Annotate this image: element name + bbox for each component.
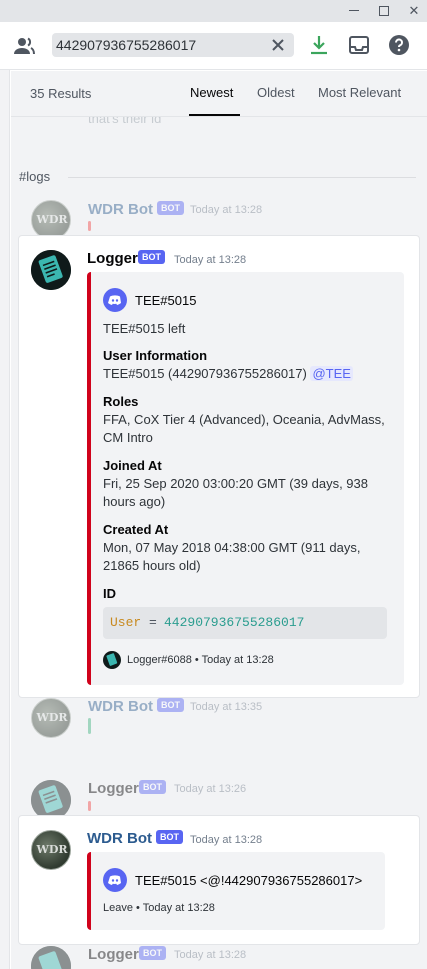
avatar[interactable] bbox=[31, 946, 71, 969]
embed: TEE#5015 TEE#5015 left User Information … bbox=[87, 272, 404, 685]
avatar-text: WDR bbox=[36, 213, 68, 226]
search-results-header: 35 Results Newest Oldest Most Relevant bbox=[11, 71, 427, 117]
timestamp: Today at 13:28 bbox=[190, 204, 263, 216]
timestamp: Today at 13:28 bbox=[174, 254, 247, 266]
search-bar[interactable] bbox=[52, 33, 294, 57]
search-result[interactable]: WDR WDR Bot BOT Today at 13:28 TEE#5015 … bbox=[18, 815, 420, 945]
close-window-button[interactable]: ✕ bbox=[399, 0, 427, 22]
username[interactable]: WDR Bot bbox=[87, 830, 152, 847]
field-value: CM Intro bbox=[103, 430, 153, 445]
maximize-icon bbox=[379, 6, 389, 16]
code-block: User = 442907936755286017 bbox=[103, 607, 387, 639]
field-value: 21865 hours old) bbox=[103, 558, 201, 573]
search-results-list[interactable]: that's their id #logs WDR WDR Bot BOT To… bbox=[11, 117, 427, 969]
window-titlebar: ✕ bbox=[0, 0, 427, 22]
context-message: WDR WDR Bot BOT Today at 13:35 bbox=[11, 695, 427, 741]
timestamp: Today at 13:28 bbox=[190, 834, 263, 846]
field-name: Joined At bbox=[103, 458, 162, 473]
search-clear-icon[interactable] bbox=[268, 35, 288, 55]
embed-color-bar bbox=[88, 801, 91, 811]
context-message: Logger BOT Today at 13:28 bbox=[11, 943, 427, 969]
code-equals: = bbox=[149, 615, 157, 630]
field-value: Mon, 07 May 2018 04:38:00 GMT (911 days, bbox=[103, 540, 361, 555]
code-key: User bbox=[110, 615, 142, 630]
username[interactable]: Logger bbox=[88, 946, 139, 963]
channel-divider bbox=[68, 177, 416, 178]
timestamp: Today at 13:35 bbox=[190, 701, 263, 713]
embed-footer: Logger#6088 • Today at 13:28 bbox=[127, 654, 274, 666]
members-icon[interactable] bbox=[12, 34, 36, 58]
bot-tag: BOT bbox=[139, 780, 166, 794]
tab-newest[interactable]: Newest bbox=[190, 85, 233, 100]
username[interactable]: WDR Bot bbox=[88, 698, 153, 715]
field-value: FFA, CoX Tier 4 (Advanced), Oceania, Adv… bbox=[103, 412, 385, 427]
bot-tag: BOT bbox=[139, 946, 166, 960]
field-name: User Information bbox=[103, 348, 208, 363]
embed-author[interactable]: TEE#5015 bbox=[135, 293, 196, 308]
field-name: ID bbox=[103, 586, 116, 601]
avatar[interactable] bbox=[31, 250, 71, 290]
avatar[interactable]: WDR bbox=[31, 830, 71, 870]
bot-tag: BOT bbox=[156, 830, 183, 844]
avatar[interactable]: WDR bbox=[31, 698, 71, 738]
avatar[interactable]: WDR bbox=[31, 200, 71, 240]
tab-most-relevant[interactable]: Most Relevant bbox=[318, 85, 401, 100]
username[interactable]: Logger bbox=[87, 250, 138, 267]
field-value: Fri, 25 Sep 2020 03:00:20 GMT (39 days, … bbox=[103, 476, 368, 491]
avatar-text: WDR bbox=[36, 843, 68, 856]
embed-color-bar bbox=[88, 221, 91, 231]
minimize-icon bbox=[349, 10, 359, 11]
channel-pane-edge bbox=[0, 70, 10, 969]
code-value: 442907936755286017 bbox=[164, 615, 305, 630]
footer-icon bbox=[103, 651, 121, 669]
results-count: 35 Results bbox=[30, 86, 92, 101]
help-icon[interactable] bbox=[387, 33, 411, 57]
active-tab-indicator bbox=[189, 114, 240, 116]
username[interactable]: Logger bbox=[88, 780, 139, 797]
timestamp: Today at 13:28 bbox=[174, 949, 247, 961]
discord-logo-icon bbox=[103, 288, 127, 312]
field-name: Created At bbox=[103, 522, 169, 537]
maximize-button[interactable] bbox=[369, 0, 399, 22]
search-result[interactable]: Logger BOT Today at 13:28 TEE#5015 TEE#5… bbox=[18, 235, 420, 698]
channel-toolbar bbox=[0, 22, 427, 70]
channel-label[interactable]: #logs bbox=[19, 169, 50, 184]
minimize-button[interactable] bbox=[339, 0, 369, 22]
field-value: hours ago) bbox=[103, 494, 166, 509]
avatar-text: WDR bbox=[36, 711, 68, 724]
field-value: TEE#5015 (442907936755286017) @TEE bbox=[103, 365, 353, 383]
username[interactable]: WDR Bot bbox=[88, 201, 153, 218]
inbox-icon[interactable] bbox=[347, 33, 371, 57]
download-icon[interactable] bbox=[307, 33, 331, 57]
user-info-text: TEE#5015 (442907936755286017) bbox=[103, 366, 307, 381]
embed: TEE#5015 <@!442907936755286017> Leave • … bbox=[87, 852, 385, 930]
avatar[interactable] bbox=[31, 780, 71, 820]
context-message-text: that's their id bbox=[88, 117, 162, 126]
bot-tag: BOT bbox=[157, 201, 184, 215]
close-icon: ✕ bbox=[408, 3, 420, 18]
embed-color-bar bbox=[88, 718, 91, 734]
embed-description: TEE#5015 left bbox=[103, 321, 186, 336]
field-name: Roles bbox=[103, 394, 139, 409]
context-message: WDR WDR Bot BOT Today at 13:28 bbox=[11, 197, 427, 240]
search-input[interactable] bbox=[56, 35, 266, 55]
bot-tag: BOT bbox=[138, 250, 165, 264]
timestamp: Today at 13:26 bbox=[174, 783, 247, 795]
bot-tag: BOT bbox=[157, 698, 184, 712]
discord-logo-icon bbox=[103, 868, 127, 892]
tab-oldest[interactable]: Oldest bbox=[257, 85, 295, 100]
embed-footer: Leave • Today at 13:28 bbox=[103, 902, 215, 914]
user-mention[interactable]: @TEE bbox=[310, 366, 353, 381]
embed-author[interactable]: TEE#5015 <@!442907936755286017> bbox=[135, 873, 362, 888]
